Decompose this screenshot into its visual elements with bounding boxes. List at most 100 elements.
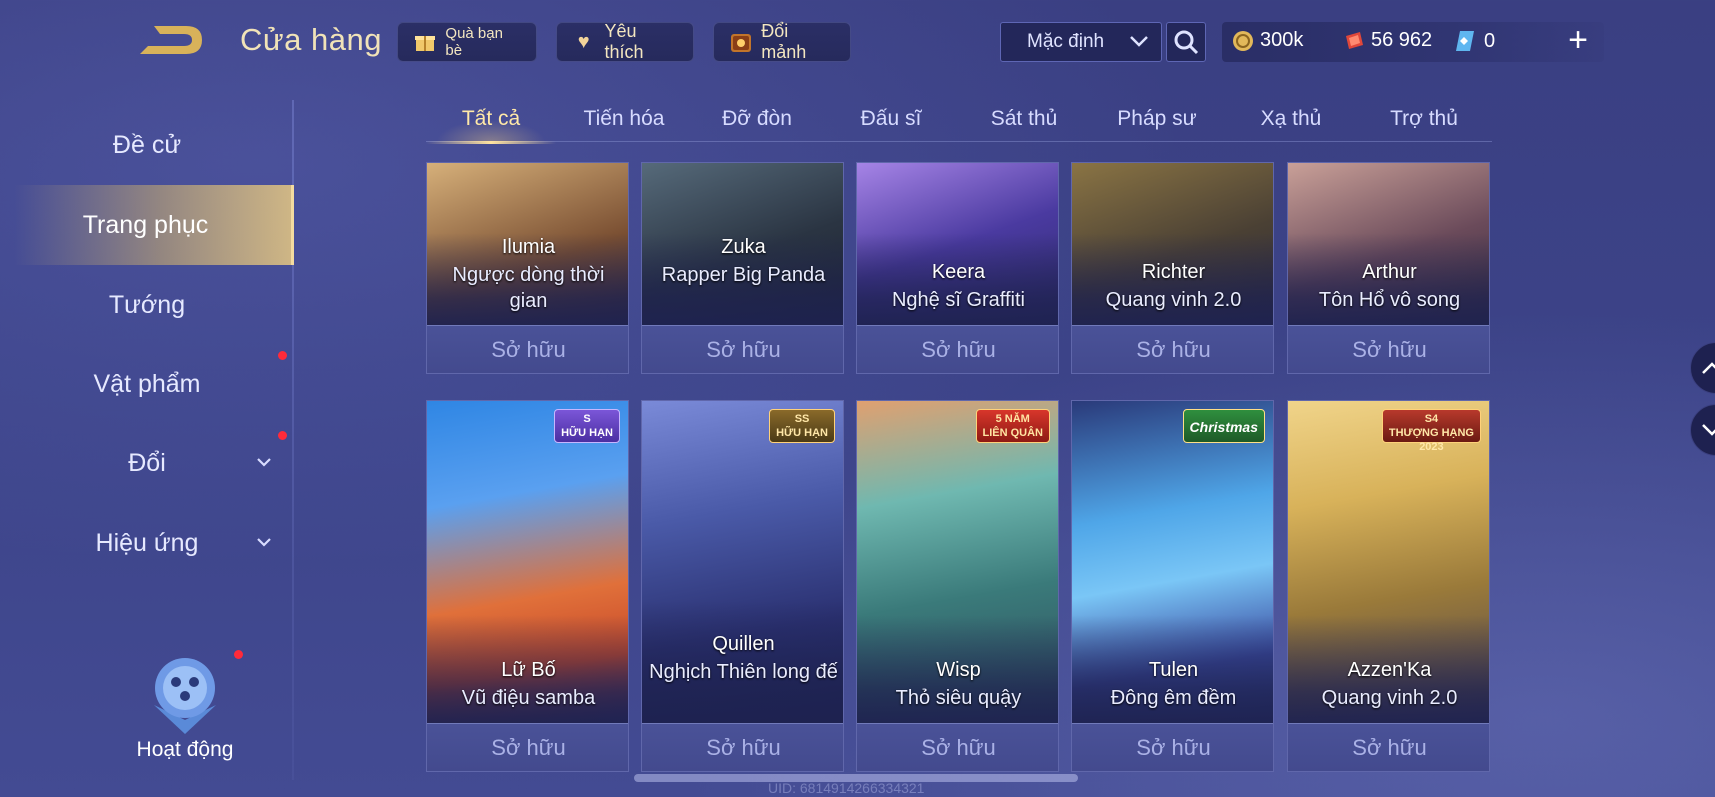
skin-card[interactable]: Keera Nghệ sĩ Graffiti Sở hữu (856, 162, 1059, 374)
sidebar-item-label: Đổi (128, 448, 166, 477)
sidebar-item-label: Hiệu ứng (95, 528, 199, 557)
skin-name: Rapper Big Panda (661, 264, 826, 286)
gold-amount: 300k (1260, 29, 1304, 51)
sidebar-item-recommended[interactable]: Đề cử (0, 120, 294, 170)
tab-label: Pháp sư (1117, 107, 1197, 130)
gold-currency: 300k (1232, 29, 1303, 52)
hero-name: Wisp (936, 659, 981, 681)
sidebar-item-label: Trang phục (82, 210, 209, 239)
activity-label: Hoạt động (136, 738, 234, 761)
voucher-icon (1346, 31, 1363, 49)
owned-label: Sở hữu (642, 723, 843, 771)
tab-label: Xạ thủ (1260, 107, 1322, 130)
hero-name: Ilumia (501, 236, 556, 258)
limited-ss-badge: SS HỮU HẠN (769, 409, 835, 443)
chevron-down-icon (256, 454, 272, 472)
owned-label: Sở hữu (427, 723, 628, 771)
activity-cube-icon (154, 658, 216, 734)
friend-gift-label: Quà bạn bè (445, 25, 503, 59)
sidebar-item-outfits[interactable]: Trang phục (0, 185, 294, 265)
favorites-button[interactable]: ♥ Yêu thích (556, 21, 694, 62)
sidebar-item-items[interactable]: Vật phẩm (0, 359, 294, 409)
christmas-badge: Christmas (1182, 409, 1265, 443)
sidebar-item-label: Vật phẩm (93, 369, 201, 398)
owned-label: Sở hữu (857, 325, 1058, 373)
friend-gift-button[interactable]: Quà bạn bè (397, 22, 537, 62)
tab-assassin[interactable]: Sát thủ (959, 96, 1089, 142)
skin-card[interactable]: Zuka Rapper Big Panda Sở hữu (641, 162, 844, 374)
scroll-down-button[interactable] (1690, 404, 1715, 456)
tab-all[interactable]: Tất cả (426, 96, 556, 144)
skin-card[interactable]: Arthur Tôn Hổ vô song Sở hữu (1287, 162, 1490, 374)
tab-label: Đỡ đòn (722, 107, 792, 130)
search-icon (1174, 30, 1199, 55)
owned-label: Sở hữu (1288, 723, 1489, 771)
tab-support[interactable]: Trợ thủ (1359, 96, 1489, 142)
notification-dot (278, 351, 287, 360)
top-bar: Cửa hàng Quà bạn bè ♥ Yêu thích Đổi mảnh… (0, 0, 1715, 84)
tab-fighter[interactable]: Đấu sĩ (826, 96, 956, 142)
chevron-down-icon (1129, 31, 1149, 53)
sidebar-item-exchange[interactable]: Đổi (0, 438, 294, 488)
category-tabs: Tất cả Tiến hóa Đỡ đòn Đấu sĩ Sát thủ Ph… (426, 96, 1492, 144)
chevron-up-icon (1702, 362, 1715, 374)
hero-name: Arthur (1362, 261, 1417, 283)
sidebar-item-heroes[interactable]: Tướng (0, 280, 294, 330)
tab-label: Đấu sĩ (860, 107, 922, 130)
tab-label: Sát thủ (990, 107, 1058, 130)
skin-card[interactable]: S4 THƯỢNG HẠNG 2023 Azzen'Ka Quang vinh … (1287, 400, 1490, 772)
owned-label: Sở hữu (427, 325, 628, 373)
skin-name: Quang vinh 2.0 (1321, 687, 1458, 709)
tab-tank[interactable]: Đỡ đòn (692, 96, 822, 142)
heart-icon: ♥ (577, 30, 590, 53)
skin-card[interactable]: Richter Quang vinh 2.0 Sở hữu (1071, 162, 1274, 374)
tab-evolution[interactable]: Tiến hóa (559, 96, 689, 142)
skin-grid: Ilumia Ngược dòng thời gian Sở hữu Zuka … (426, 162, 1492, 782)
limited-s-badge: S HỮU HẠN (554, 409, 620, 443)
owned-label: Sở hữu (857, 723, 1058, 771)
chest-icon (728, 29, 753, 55)
gift-icon (412, 29, 437, 55)
skin-name: Đông êm đềm (1110, 687, 1237, 709)
hero-name: Lữ Bố (501, 659, 556, 681)
hero-name: Richter (1141, 261, 1206, 283)
tab-marksman[interactable]: Xạ thủ (1226, 96, 1356, 142)
activity-button[interactable]: Hoạt động (130, 650, 243, 770)
home-indicator-bar[interactable] (634, 774, 1078, 782)
voucher-currency: 56 962 (1343, 29, 1432, 52)
shard-exchange-button[interactable]: Đổi mảnh (713, 21, 851, 62)
add-currency-button[interactable]: + (1560, 20, 1596, 60)
scroll-up-button[interactable] (1690, 342, 1715, 394)
skin-name: Ngược dòng thời gian (452, 264, 605, 312)
hero-name: Azzen'Ka (1347, 659, 1432, 681)
tab-label: Trợ thủ (1390, 107, 1458, 130)
skin-name: Nghịch Thiên long đế (649, 661, 838, 683)
skin-card[interactable]: Christmas Tulen Đông êm đềm Sở hữu (1071, 400, 1274, 772)
back-arrow-icon (140, 26, 202, 54)
skin-card[interactable]: S HỮU HẠN Lữ Bố Vũ điệu samba Sở hữu (426, 400, 629, 772)
page-title: Cửa hàng (240, 22, 382, 57)
skin-name: Thỏ siêu quậy (895, 687, 1022, 709)
tab-mage[interactable]: Pháp sư (1092, 96, 1222, 142)
sidebar-item-effects[interactable]: Hiệu ứng (0, 518, 294, 568)
anniversary-badge: 5 NĂM LIÊN QUÂN (975, 409, 1050, 443)
favorites-label: Yêu thích (604, 21, 644, 62)
skin-card[interactable]: Ilumia Ngược dòng thời gian Sở hữu (426, 162, 629, 374)
back-button[interactable] (136, 20, 210, 60)
owned-label: Sở hữu (642, 325, 843, 373)
hero-name: Zuka (721, 236, 766, 258)
search-button[interactable] (1166, 22, 1206, 62)
diamond-amount: 0 (1484, 29, 1496, 52)
gold-coin-icon (1233, 30, 1253, 51)
skin-card[interactable]: SS HỮU HẠN Quillen Nghịch Thiên long đế … (641, 400, 844, 772)
shard-exchange-label: Đổi mảnh (761, 21, 807, 62)
skin-name: Quang vinh 2.0 (1105, 289, 1242, 311)
skin-card[interactable]: 5 NĂM LIÊN QUÂN Wisp Thỏ siêu quậy Sở hữ… (856, 400, 1059, 772)
hero-name: Tulen (1148, 659, 1199, 681)
sidebar-item-label: Tướng (108, 290, 186, 319)
chevron-down-icon (1702, 424, 1715, 436)
skin-name: Nghệ sĩ Graffiti (891, 289, 1026, 311)
owned-label: Sở hữu (1072, 723, 1273, 771)
notification-dot (278, 431, 287, 440)
sort-dropdown[interactable]: Mặc định (1000, 22, 1162, 62)
